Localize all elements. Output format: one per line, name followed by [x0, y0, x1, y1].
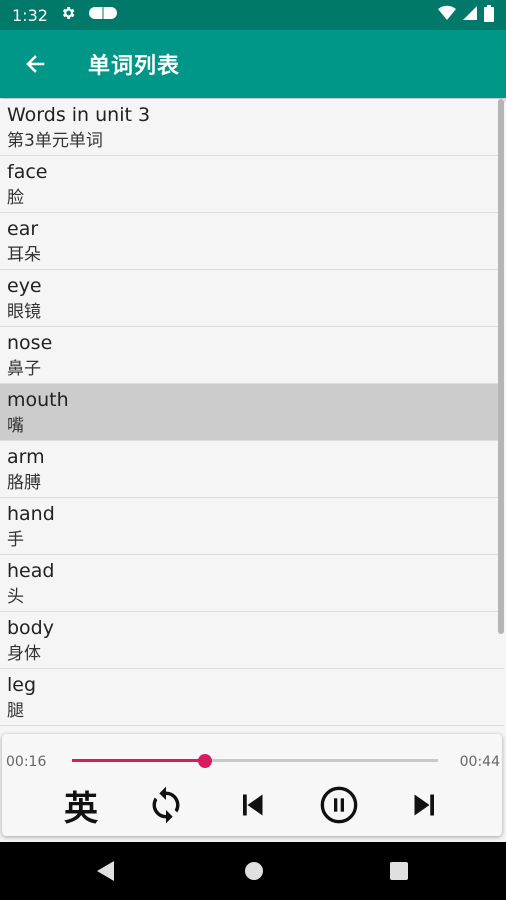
word-chinese: 鼻子 [7, 359, 41, 379]
word-chinese: 嘴 [7, 416, 24, 436]
word-list-item[interactable]: hand 手 [0, 498, 504, 555]
signal-icon [462, 5, 478, 25]
word-list-item[interactable]: head 头 [0, 555, 504, 612]
status-bar: 1:32 [0, 0, 506, 30]
word-english: Words in unit 3 [7, 104, 151, 126]
app-bar: 单词列表 [0, 30, 506, 98]
word-english: head [7, 560, 55, 582]
word-chinese: 耳朵 [7, 245, 41, 265]
word-list-item[interactable]: nose 鼻子 [0, 327, 504, 384]
word-english: hand [7, 503, 55, 525]
nav-home-icon [245, 862, 263, 880]
nav-back-icon [97, 861, 114, 881]
next-button[interactable] [402, 782, 448, 828]
seek-thumb[interactable] [198, 753, 213, 768]
word-list-item[interactable]: face 脸 [0, 156, 504, 213]
word-english: mouth [7, 389, 69, 411]
word-chinese: 身体 [7, 644, 41, 664]
loop-button[interactable] [143, 782, 189, 828]
total-time: 00:44 [459, 754, 500, 770]
word-chinese: 脸 [7, 188, 24, 208]
nav-home-button[interactable] [240, 857, 268, 885]
skip-next-icon [414, 794, 434, 816]
status-time: 1:32 [12, 5, 48, 25]
nav-recents-button[interactable] [385, 857, 413, 885]
word-list-item[interactable]: ear 耳朵 [0, 213, 504, 270]
word-list-item[interactable]: leg 腿 [0, 669, 504, 726]
word-list-item[interactable]: Words in unit 3 第3单元单词 [0, 99, 504, 156]
loop-icon [152, 786, 180, 824]
skip-previous-icon [243, 794, 263, 816]
previous-button[interactable] [229, 782, 275, 828]
back-button[interactable] [0, 30, 70, 98]
pause-icon [320, 786, 358, 824]
wifi-icon [438, 5, 456, 25]
word-english: eye [7, 275, 42, 297]
nav-back-button[interactable] [92, 857, 120, 885]
arrow-left-icon [26, 55, 45, 73]
word-chinese: 胳膊 [7, 473, 41, 493]
word-english: body [7, 617, 54, 639]
page-title: 单词列表 [88, 54, 181, 79]
word-english: ear [7, 218, 39, 240]
word-list-item[interactable]: mouth 嘴 [0, 384, 504, 441]
word-english: arm [7, 446, 45, 468]
nav-recents-icon [390, 862, 408, 880]
battery-icon [484, 4, 494, 26]
seek-bar[interactable] [72, 753, 438, 768]
language-toggle-button[interactable]: 英 [58, 782, 104, 829]
word-chinese: 头 [7, 587, 24, 607]
word-chinese: 眼镜 [7, 302, 41, 322]
word-chinese: 腿 [7, 701, 24, 721]
word-list-item[interactable]: eye 眼镜 [0, 270, 504, 327]
word-list-item[interactable]: body 身体 [0, 612, 504, 669]
word-english: leg [7, 674, 37, 696]
scrollbar[interactable] [498, 99, 504, 634]
word-chinese: 手 [7, 530, 24, 550]
system-nav-bar [0, 842, 506, 900]
player-controls: 英 [2, 782, 502, 829]
pause-button[interactable] [316, 782, 362, 828]
word-english: nose [7, 332, 53, 354]
cloud-icon [88, 5, 118, 25]
current-time: 00:16 [6, 754, 47, 770]
word-list[interactable]: Words in unit 3 第3单元单词 face 脸 ear 耳朵 eye 眼镜 nose… [0, 99, 504, 734]
word-list-item[interactable]: arm 胳膊 [0, 441, 504, 498]
word-english: face [7, 161, 48, 183]
word-chinese: 第3单元单词 [7, 131, 103, 151]
gear-icon [60, 5, 76, 25]
seek-progress [72, 759, 206, 762]
audio-player: 00:16 00:44 英 [2, 734, 502, 836]
